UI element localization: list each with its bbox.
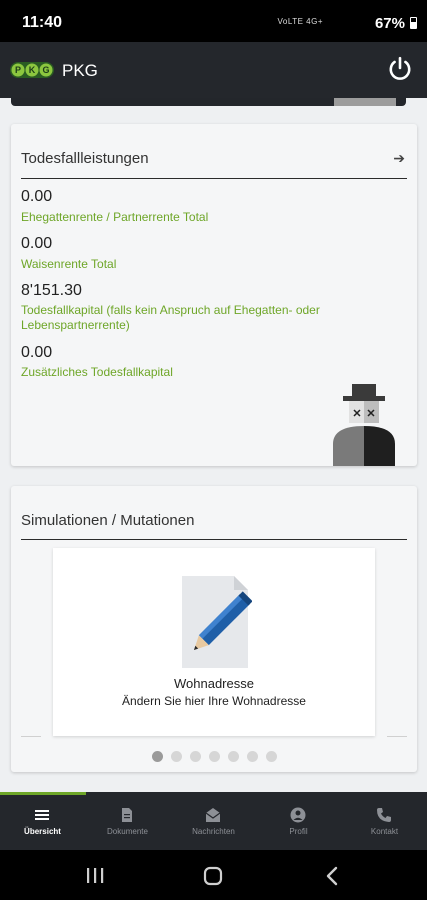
pagination-dot[interactable]	[190, 751, 201, 762]
nav-item-profile[interactable]: Profil	[256, 792, 341, 850]
app-bar: P K G PKG	[0, 42, 427, 98]
divider	[21, 178, 407, 179]
orphan-pension-value: 0.00	[21, 235, 53, 252]
menu-icon	[35, 810, 49, 820]
status-time: 11:40	[22, 14, 63, 31]
prev-slide-edge	[21, 736, 41, 737]
back-icon[interactable]	[325, 866, 339, 886]
app-title: PKG	[62, 61, 98, 80]
svg-text:G: G	[42, 65, 49, 75]
slide-title: Wohnadresse	[174, 676, 254, 691]
envelope-icon	[205, 808, 221, 822]
pagination-dot[interactable]	[209, 751, 220, 762]
carousel-slide-address[interactable]: Wohnadresse Ändern Sie hier Ihre Wohnadr…	[53, 548, 375, 736]
arrow-right-icon[interactable]: ➔	[393, 150, 405, 167]
card-title: Todesfallleistungen	[21, 150, 149, 167]
nav-item-contact[interactable]: Kontakt	[342, 792, 427, 850]
network-indicator: VoLTE 4G+	[277, 17, 323, 26]
battery-percentage: 67%	[374, 15, 405, 32]
phone-icon	[377, 808, 391, 822]
nav-item-documents[interactable]: Dokumente	[85, 792, 170, 850]
nav-item-messages[interactable]: Nachrichten	[171, 792, 256, 850]
ghost-figure-illustration: ✕ ✕	[333, 384, 395, 466]
pagination-dot[interactable]	[171, 751, 182, 762]
nav-label: Profil	[289, 827, 308, 836]
additional-death-capital-value: 0.00	[21, 344, 53, 361]
document-icon	[122, 808, 132, 822]
nav-label: Nachrichten	[192, 827, 235, 836]
additional-death-capital-label: Zusätzliches Todesfallkapital	[21, 365, 173, 379]
home-icon[interactable]	[203, 866, 223, 886]
svg-text:P: P	[15, 65, 21, 75]
system-navigation-bar	[0, 850, 427, 900]
carousel-pagination	[152, 751, 277, 762]
nav-item-overview[interactable]: Übersicht	[0, 792, 85, 850]
pagination-dot[interactable]	[228, 751, 239, 762]
death-capital-label: Todesfallkapital (falls kein Anspruch au…	[21, 303, 320, 332]
bottom-navigation: Übersicht Dokumente Nachrichten Profil K…	[0, 792, 427, 850]
pagination-dot[interactable]	[247, 751, 258, 762]
spouse-pension-label: Ehegattenrente / Partnerrente Total	[21, 210, 209, 224]
document-edit-icon	[182, 576, 252, 668]
svg-text:✕: ✕	[352, 408, 361, 420]
nav-label: Übersicht	[24, 827, 61, 836]
simulations-card: Simulationen / Mutationen Wohnadresse Än…	[11, 486, 417, 772]
death-benefits-card[interactable]: Todesfallleistungen ➔ 0.00 Ehegattenrent…	[11, 124, 417, 466]
orphan-pension-label: Waisenrente Total	[21, 257, 117, 271]
status-bar: 11:40 VoLTE 4G+ 67%	[0, 0, 427, 42]
person-icon	[290, 807, 306, 823]
svg-text:K: K	[29, 65, 36, 75]
svg-text:✕: ✕	[366, 408, 375, 420]
battery-icon	[410, 17, 417, 29]
recent-apps-icon[interactable]	[86, 867, 104, 884]
next-slide-edge	[387, 736, 407, 737]
power-icon[interactable]	[387, 56, 413, 82]
nav-label: Kontakt	[370, 827, 399, 836]
card-title: Simulationen / Mutationen	[21, 512, 195, 529]
pkg-logo: P K G	[10, 62, 54, 78]
nav-label: Dokumente	[107, 827, 148, 836]
pagination-dot[interactable]	[152, 751, 163, 762]
pagination-dot[interactable]	[266, 751, 277, 762]
previous-card-illustration-edge	[334, 98, 396, 106]
death-capital-value: 8'151.30	[21, 282, 82, 299]
spouse-pension-value: 0.00	[21, 188, 53, 205]
slide-subtitle: Ändern Sie hier Ihre Wohnadresse	[122, 694, 306, 708]
divider	[21, 539, 407, 540]
